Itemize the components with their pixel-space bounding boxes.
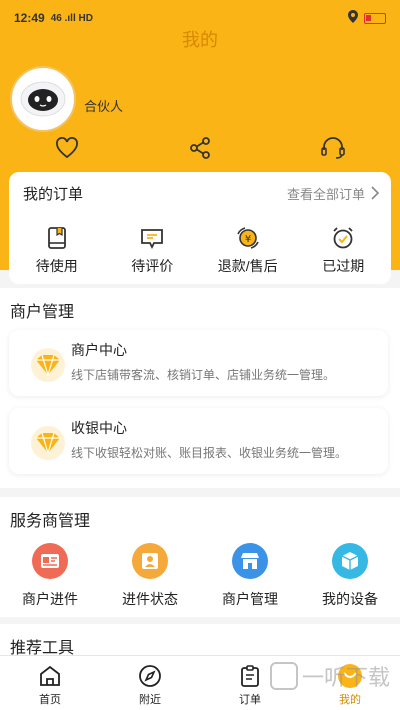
service-label: 我的设备 xyxy=(322,591,378,607)
store-icon xyxy=(232,543,268,579)
tab-orders[interactable]: 订单 xyxy=(200,656,300,710)
book-icon xyxy=(45,226,69,250)
tab-nearby[interactable]: 附近 xyxy=(100,656,200,710)
service-label: 进件状态 xyxy=(122,591,178,607)
order-refund[interactable]: ¥ 退款/售后 xyxy=(200,214,296,280)
svg-text:¥: ¥ xyxy=(245,234,251,245)
view-all-orders-label: 查看全部订单 xyxy=(286,186,365,202)
card-description: 线下店铺带客流、核销订单、店铺业务统一管理。 xyxy=(71,368,336,382)
tab-label: 首页 xyxy=(39,694,61,706)
order-item-label: 待评价 xyxy=(131,258,174,274)
status-time: 12:49 xyxy=(14,11,45,25)
quick-actions xyxy=(0,134,400,162)
tab-home[interactable]: 首页 xyxy=(0,656,100,710)
merchant-management-button[interactable]: 商户管理 xyxy=(200,543,300,609)
refund-icon: ¥ xyxy=(236,226,260,250)
headset-icon xyxy=(321,137,345,159)
cashier-center-card[interactable]: 收银中心 线下收银轻松对账、账目报表、收银业务统一管理。 xyxy=(9,408,388,474)
id-card-icon xyxy=(32,543,68,579)
merchant-management-section: 商户管理 商户中心 线下店铺带客流、核销订单、店铺业务统一管理。 收银中心 线下… xyxy=(0,288,400,488)
location-icon xyxy=(348,10,358,26)
bottom-tab-bar: 首页 附近 订单 我的 xyxy=(0,655,400,710)
card-description: 线下收银轻松对账、账目报表、收银业务统一管理。 xyxy=(71,446,348,460)
section-title: 商户管理 xyxy=(10,304,75,321)
my-orders-card: 我的订单 查看全部订单 待使用 待评价 ¥ 退款/售后 已过期 xyxy=(9,172,391,284)
share-button[interactable] xyxy=(186,134,214,162)
tab-label: 我的 xyxy=(339,694,361,706)
compass-icon xyxy=(139,665,161,687)
order-item-label: 待使用 xyxy=(35,258,78,274)
user-status-icon xyxy=(132,543,168,579)
merchant-onboarding-button[interactable]: 商户进件 xyxy=(0,543,100,609)
order-pending-use[interactable]: 待使用 xyxy=(9,214,105,280)
order-expired[interactable]: 已过期 xyxy=(296,214,392,280)
home-icon xyxy=(40,665,60,686)
service-label: 商户管理 xyxy=(222,591,278,607)
avatar[interactable] xyxy=(12,68,74,130)
chevron-right-icon xyxy=(371,186,379,200)
alarm-clock-icon xyxy=(331,226,355,250)
cube-icon xyxy=(332,543,368,579)
share-icon xyxy=(190,137,210,159)
customer-service-button[interactable] xyxy=(319,134,347,162)
order-item-label: 退款/售后 xyxy=(217,258,278,274)
heart-icon xyxy=(56,137,78,159)
view-all-orders-link[interactable]: 查看全部订单 xyxy=(287,184,379,203)
card-title: 收银中心 xyxy=(71,420,127,436)
orders-title: 我的订单 xyxy=(23,185,84,203)
cashier-center-icon xyxy=(31,426,65,460)
comment-icon xyxy=(140,226,164,250)
my-devices-button[interactable]: 我的设备 xyxy=(300,543,400,609)
tab-label: 附近 xyxy=(139,694,161,706)
page-title: 我的 xyxy=(182,30,218,50)
order-pending-review[interactable]: 待评价 xyxy=(105,214,201,280)
card-title: 商户中心 xyxy=(71,342,127,358)
service-label: 商户进件 xyxy=(22,591,78,607)
service-provider-section: 服务商管理 商户进件 进件状态 商户管理 我的设备 xyxy=(0,497,400,617)
merchant-center-card[interactable]: 商户中心 线下店铺带客流、核销订单、店铺业务统一管理。 xyxy=(9,330,388,396)
network-indicator: 46 .ıll HD xyxy=(50,12,93,24)
robot-avatar-icon xyxy=(20,81,66,117)
favorites-button[interactable] xyxy=(53,134,81,162)
section-title: 服务商管理 xyxy=(10,513,91,530)
username: 合伙人 xyxy=(84,99,124,114)
battery-icon xyxy=(364,12,386,24)
clipboard-icon xyxy=(241,665,259,687)
orders-header: 我的订单 查看全部订单 xyxy=(9,172,391,214)
smile-icon xyxy=(338,664,362,688)
order-item-label: 已过期 xyxy=(322,258,365,274)
merchant-center-icon xyxy=(31,348,65,382)
onboarding-status-button[interactable]: 进件状态 xyxy=(100,543,200,609)
tab-mine[interactable]: 我的 xyxy=(300,656,400,710)
tab-label: 订单 xyxy=(239,694,261,706)
